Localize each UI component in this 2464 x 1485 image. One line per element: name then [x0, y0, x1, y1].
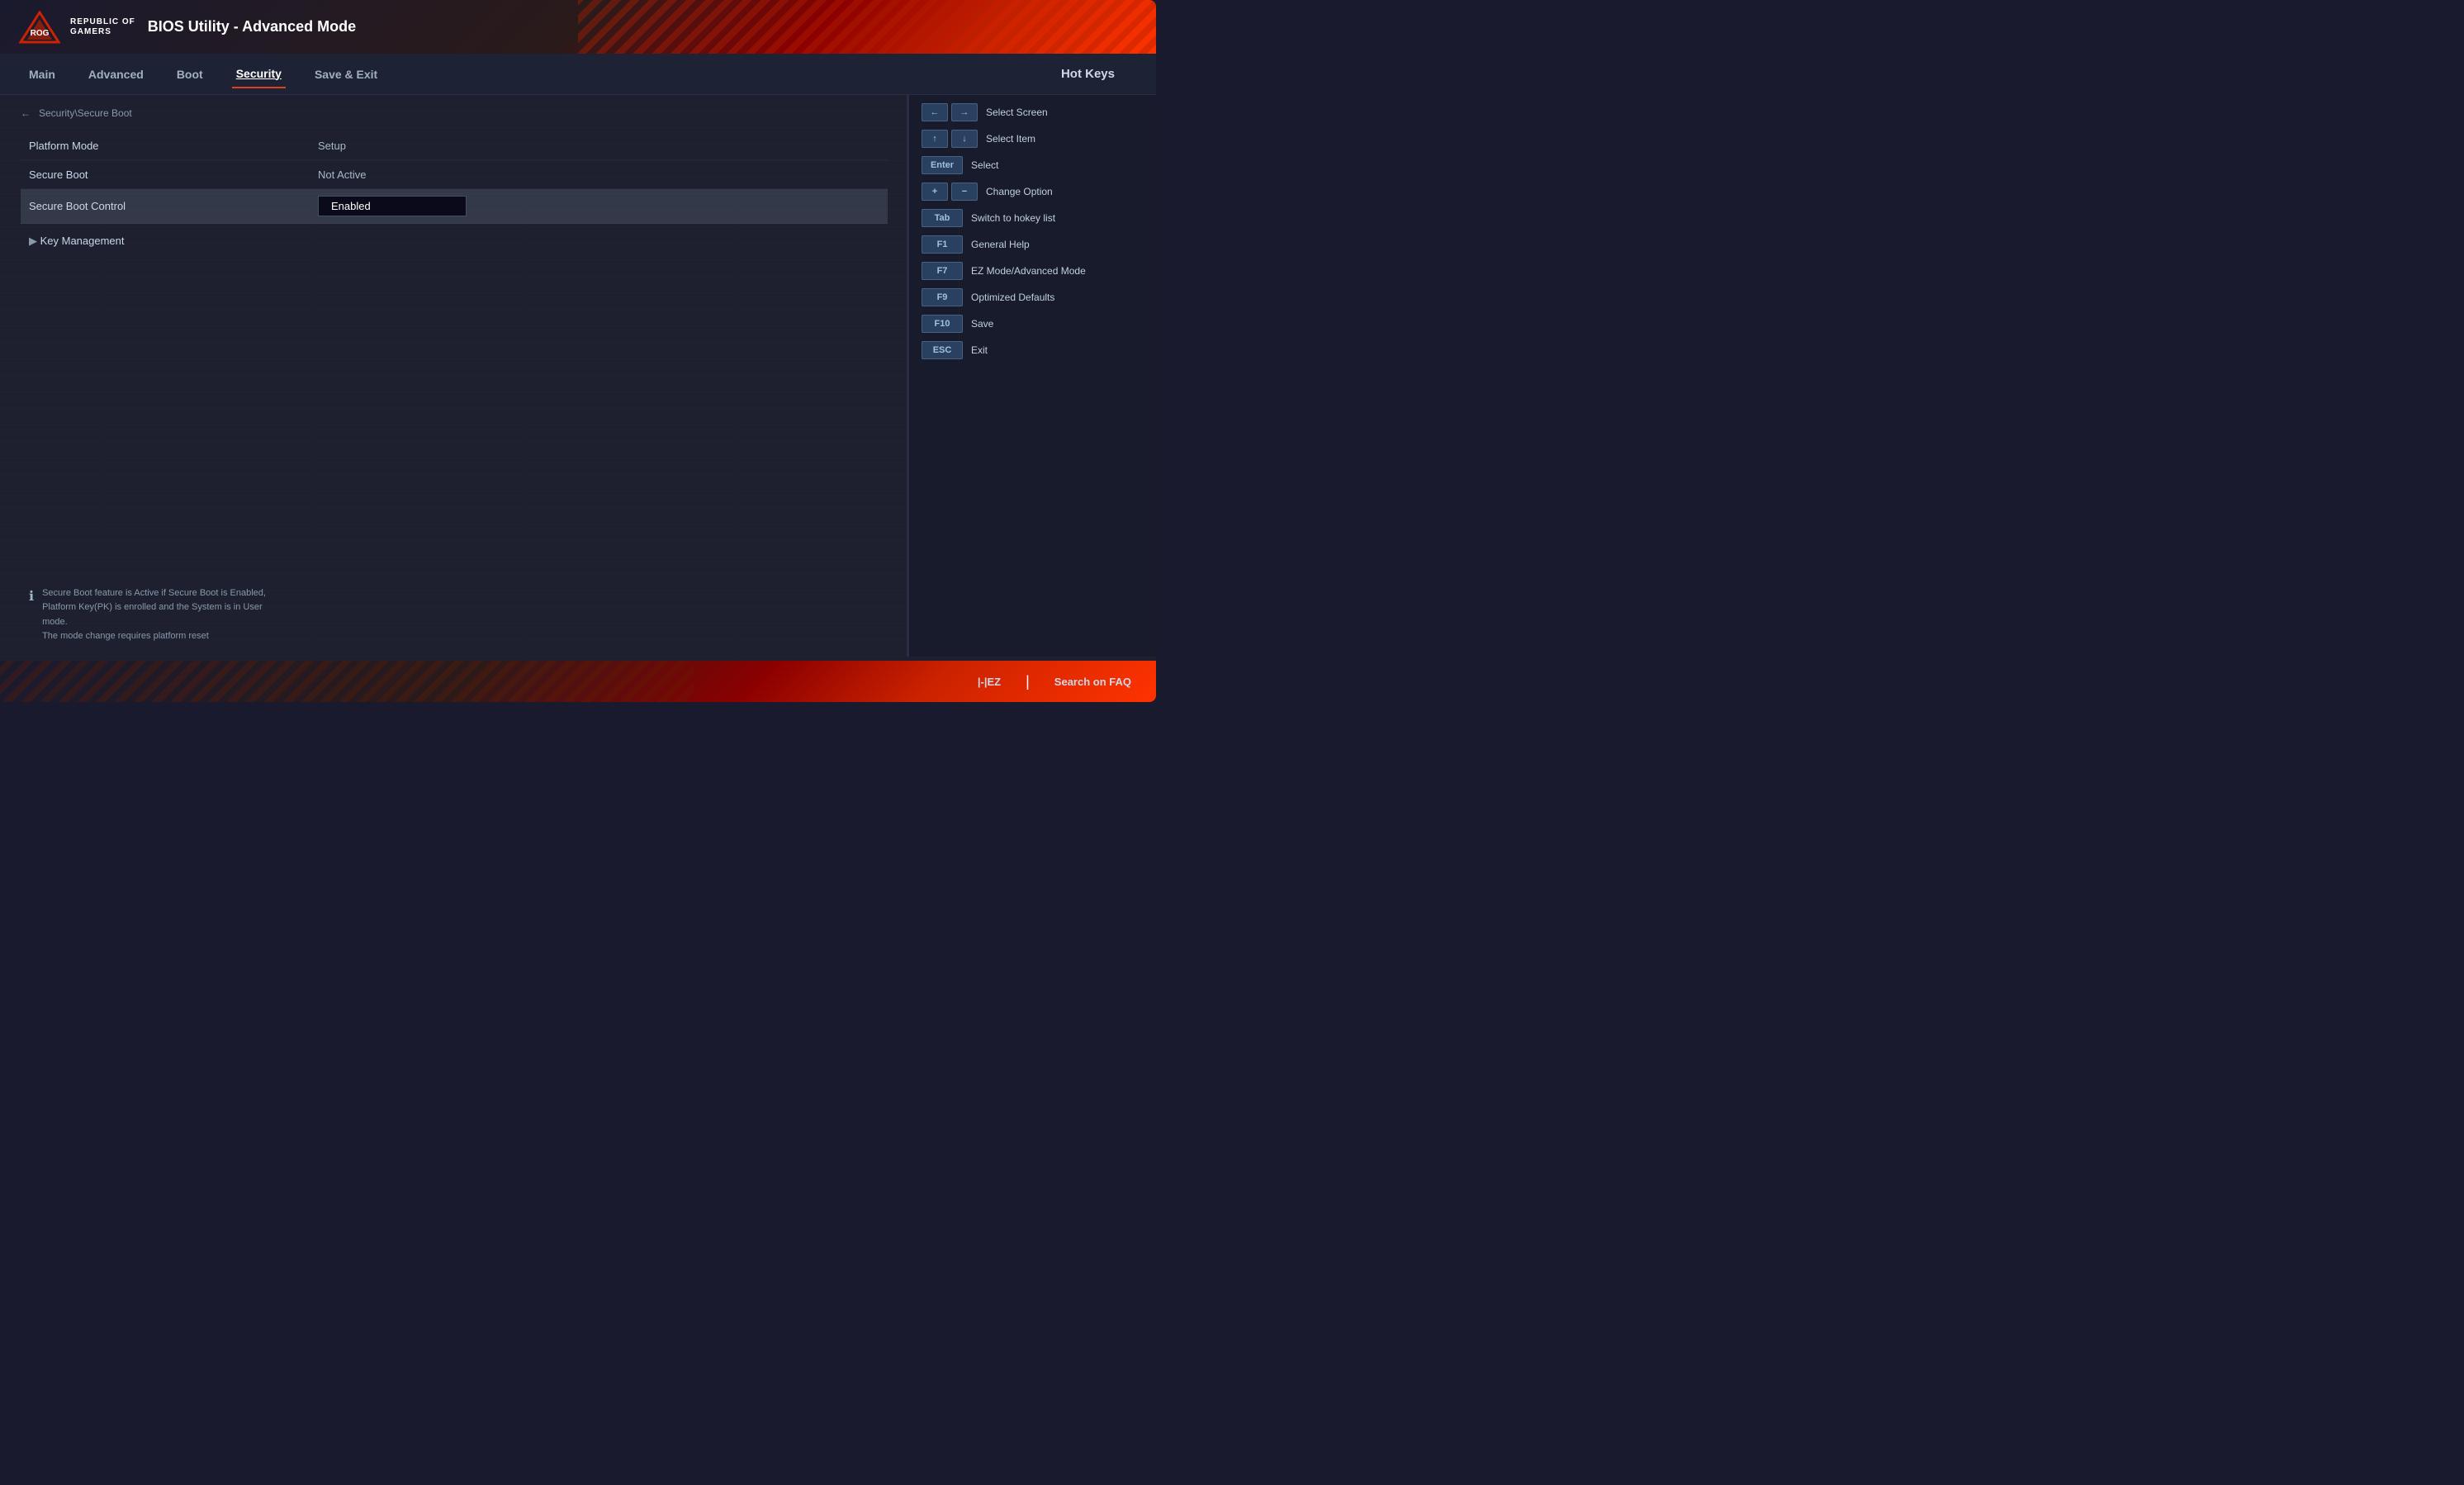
hotkey-lr-buttons: ← →	[922, 103, 978, 121]
hotkey-f1-desc: General Help	[971, 239, 1030, 250]
hotkey-f7-buttons: F7	[922, 262, 963, 280]
hotkey-tab-buttons: Tab	[922, 209, 963, 227]
info-text: Secure Boot feature is Active if Secure …	[42, 586, 277, 644]
key-management-label: Key Management	[40, 235, 125, 247]
settings-table: Platform Mode Setup Secure Boot Not Acti…	[21, 131, 888, 254]
key-management-item[interactable]: Key Management	[21, 228, 888, 254]
bios-title: BIOS Utility - Advanced Mode	[148, 18, 356, 36]
breadcrumb-text: Security\Secure Boot	[39, 107, 132, 119]
hotkey-f9-buttons: F9	[922, 288, 963, 306]
hotkey-ud-buttons: ↑ ↓	[922, 130, 978, 148]
secure-boot-control-row[interactable]: Secure Boot Control Enabled	[21, 189, 888, 224]
hot-keys-label: Hot Keys	[1061, 67, 1131, 81]
hotkey-select-screen-desc: Select Screen	[986, 107, 1048, 118]
ez-mode-action[interactable]: |-|EZ	[978, 676, 1001, 688]
hotkey-select: Enter Select	[922, 156, 1144, 174]
hotkeys-panel: ← → Select Screen ↑ ↓ Select Item Enter …	[908, 95, 1156, 657]
logo-area: ROG REPUBLIC OF GAMERS	[17, 8, 135, 45]
nav-item-security[interactable]: Security	[232, 60, 286, 88]
search-faq-action[interactable]: Search on FAQ	[1054, 676, 1131, 688]
hotkey-plusminus-buttons: + −	[922, 183, 978, 201]
breadcrumb: ← Security\Secure Boot	[21, 107, 888, 119]
hotkey-select-screen: ← → Select Screen	[922, 103, 1144, 121]
breadcrumb-arrow: ←	[21, 107, 31, 119]
hotkey-f10: F10 Save	[922, 315, 1144, 333]
hotkey-enter-btn[interactable]: Enter	[922, 156, 963, 174]
bottom-divider: |	[1026, 673, 1030, 690]
secure-boot-value: Not Active	[318, 168, 879, 181]
header-bar: ROG REPUBLIC OF GAMERS BIOS Utility - Ad…	[0, 0, 1156, 54]
svg-text:ROG: ROG	[30, 29, 49, 38]
nav-item-save-exit[interactable]: Save & Exit	[310, 61, 381, 88]
nav-item-main[interactable]: Main	[25, 61, 59, 88]
hotkey-esc: ESC Exit	[922, 341, 1144, 359]
nav-item-boot[interactable]: Boot	[173, 61, 207, 88]
hotkey-esc-desc: Exit	[971, 344, 988, 356]
hotkey-f7-btn[interactable]: F7	[922, 262, 963, 280]
nav-item-advanced[interactable]: Advanced	[84, 61, 148, 88]
hotkey-esc-btn[interactable]: ESC	[922, 341, 963, 359]
nav-items: Main Advanced Boot Security Save & Exit	[25, 60, 1061, 88]
hotkey-change-option: + − Change Option	[922, 183, 1144, 201]
hotkey-f7-desc: EZ Mode/Advanced Mode	[971, 265, 1086, 277]
bios-screen: ROG REPUBLIC OF GAMERS BIOS Utility - Ad…	[0, 0, 1156, 702]
secure-boot-control-label: Secure Boot Control	[29, 200, 318, 212]
hotkey-f9: F9 Optimized Defaults	[922, 288, 1144, 306]
hotkey-f1-buttons: F1	[922, 235, 963, 254]
hotkey-f7: F7 EZ Mode/Advanced Mode	[922, 262, 1144, 280]
main-content: ← Security\Secure Boot Platform Mode Set…	[0, 95, 1156, 657]
content-area: ← Security\Secure Boot Platform Mode Set…	[0, 95, 908, 657]
hotkey-tab-btn[interactable]: Tab	[922, 209, 963, 227]
hotkey-down-btn[interactable]: ↓	[951, 130, 978, 148]
secure-boot-row: Secure Boot Not Active	[21, 160, 888, 189]
hotkey-f1-btn[interactable]: F1	[922, 235, 963, 254]
hotkey-f9-btn[interactable]: F9	[922, 288, 963, 306]
platform-mode-label: Platform Mode	[29, 140, 318, 152]
hotkey-f9-desc: Optimized Defaults	[971, 292, 1054, 303]
info-box: ℹ Secure Boot feature is Active if Secur…	[17, 578, 289, 652]
secure-boot-control-value: Enabled	[318, 196, 467, 216]
panel-divider	[907, 95, 908, 657]
hotkey-f10-btn[interactable]: F10	[922, 315, 963, 333]
hotkey-minus-btn[interactable]: −	[951, 183, 978, 201]
hotkey-f10-buttons: F10	[922, 315, 963, 333]
hotkey-esc-buttons: ESC	[922, 341, 963, 359]
hotkey-change-option-desc: Change Option	[986, 186, 1053, 197]
hotkey-left-btn[interactable]: ←	[922, 103, 948, 121]
platform-mode-row: Platform Mode Setup	[21, 131, 888, 160]
hotkey-tab: Tab Switch to hokey list	[922, 209, 1144, 227]
hotkey-enter-buttons: Enter	[922, 156, 963, 174]
bottom-bar: |-|EZ | Search on FAQ	[0, 661, 1156, 702]
hotkey-tab-desc: Switch to hokey list	[971, 212, 1055, 224]
hotkey-right-btn[interactable]: →	[951, 103, 978, 121]
hotkey-select-desc: Select	[971, 159, 998, 171]
hotkey-select-item-desc: Select Item	[986, 133, 1035, 145]
hotkey-plus-btn[interactable]: +	[922, 183, 948, 201]
nav-bar: Main Advanced Boot Security Save & Exit …	[0, 54, 1156, 95]
hotkey-f10-desc: Save	[971, 318, 993, 330]
hotkey-up-btn[interactable]: ↑	[922, 130, 948, 148]
rog-logo: ROG	[17, 8, 62, 45]
hotkey-f1: F1 General Help	[922, 235, 1144, 254]
secure-boot-label: Secure Boot	[29, 168, 318, 181]
platform-mode-value: Setup	[318, 140, 879, 152]
hotkey-select-item: ↑ ↓ Select Item	[922, 130, 1144, 148]
info-icon: ℹ	[29, 588, 34, 605]
republic-text: REPUBLIC OF GAMERS	[70, 17, 135, 37]
